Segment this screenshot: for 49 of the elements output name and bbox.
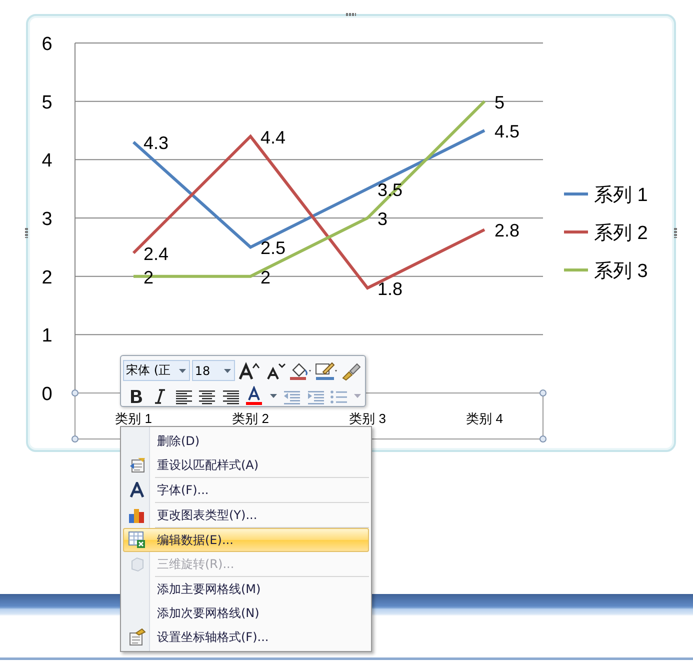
axis-tick-label: 1 (42, 326, 52, 347)
category-label: 类别 2 (232, 411, 269, 426)
menu-item[interactable]: 添加主要网格线(M) (123, 577, 369, 601)
data-label: 4.4 (260, 127, 286, 148)
pen-icon[interactable] (314, 360, 338, 380)
size-combo[interactable]: 18 (192, 360, 236, 381)
data-label: 3 (378, 209, 388, 229)
legend-label: 系列 3 (594, 261, 648, 282)
data-label: 2.8 (494, 220, 520, 241)
menu-item[interactable]: 设置坐标轴格式(F)... (123, 625, 369, 649)
legend-label: 系列 1 (594, 185, 648, 206)
axis-tick-label: 6 (42, 34, 52, 55)
axis-tick-label: 5 (42, 92, 52, 114)
category-label: 类别 3 (349, 411, 386, 426)
resize-handle[interactable] (674, 228, 677, 238)
paint-bucket-icon[interactable] (288, 360, 312, 380)
reset-style-icon (128, 456, 146, 474)
font-combo[interactable]: 宋体 (正 (123, 360, 190, 381)
axis-tick-label: 3 (42, 209, 52, 230)
category-label: 类别 1 (115, 411, 152, 426)
data-label: 2.5 (260, 238, 286, 258)
data-label: 2 (260, 267, 271, 288)
format-icon (128, 628, 146, 646)
data-label: 4.5 (494, 122, 520, 142)
data-label: 1.8 (378, 279, 403, 299)
bar-chart-icon (128, 506, 146, 524)
letter-icon (128, 482, 144, 498)
axis-tick-label: 2 (42, 267, 52, 288)
resize-handle[interactable] (346, 13, 356, 16)
axis-tick-label: 4 (42, 150, 52, 172)
caret-icon (178, 368, 186, 372)
data-label: 4.3 (144, 133, 169, 154)
grow-font-icon[interactable] (237, 360, 261, 380)
resize-handle[interactable] (25, 228, 28, 238)
menu-item[interactable]: 删除(D) (123, 429, 369, 453)
menu-item[interactable]: 编辑数据(E)... (123, 528, 369, 552)
legend-label: 系列 2 (594, 223, 648, 244)
caret-icon[interactable] (270, 394, 277, 398)
menu-item[interactable]: 重设以匹配样式(A) (123, 453, 369, 477)
data-label: 2.4 (144, 244, 169, 264)
axis-tick-label: 0 (42, 384, 52, 405)
spreadsheet-icon (128, 531, 146, 549)
menu-item[interactable]: 添加次要网格线(N) (123, 601, 369, 625)
cube-icon (128, 556, 144, 572)
category-label: 类别 4 (466, 411, 503, 426)
menu-item[interactable]: 更改图表类型(Y)... (123, 503, 369, 527)
caret-icon (224, 368, 232, 372)
menu-item[interactable]: 字体(F)... (123, 478, 369, 502)
data-label: 5 (494, 92, 505, 112)
